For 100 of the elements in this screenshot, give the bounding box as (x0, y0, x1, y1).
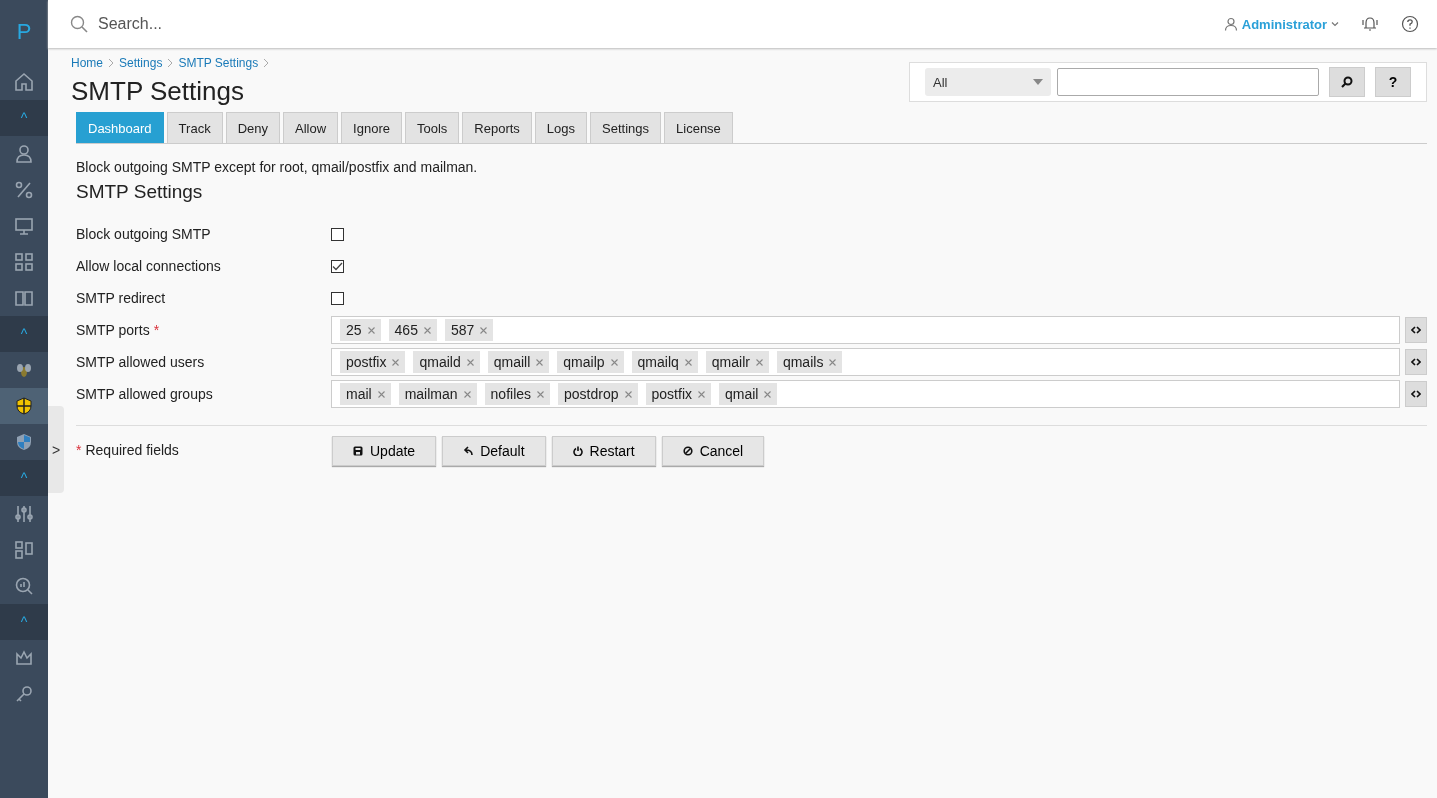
search-icon (1341, 76, 1353, 88)
checkbox[interactable] (331, 227, 344, 241)
tag-label: 25 (346, 322, 362, 338)
section-title: SMTP Settings (76, 181, 204, 203)
collapse-toggle[interactable]: ^ (0, 604, 48, 640)
ban-icon (682, 446, 693, 456)
user-icon (1223, 17, 1238, 31)
layout-icon (14, 540, 34, 560)
close-icon (377, 390, 385, 398)
logo: P (15, 18, 33, 46)
field-label: SMTP redirect (76, 290, 166, 306)
close-icon (764, 390, 772, 398)
tag-label: qmaill (493, 354, 531, 370)
tag-label: qmailp (563, 354, 605, 370)
code-toggle-button[interactable] (1405, 317, 1427, 343)
help-icon[interactable] (1401, 15, 1419, 33)
tab[interactable]: Deny (225, 112, 280, 143)
grid-icon (14, 252, 34, 272)
tab[interactable]: Allow (283, 112, 339, 143)
action-button[interactable]: Cancel (661, 436, 765, 466)
field-label: Block outgoing SMTP (76, 226, 211, 242)
filter-input[interactable] (1057, 68, 1319, 96)
code-icon (1411, 325, 1421, 335)
required-marker: * (153, 322, 160, 338)
tag-label: nofiles (490, 386, 532, 402)
shield-icon (14, 432, 34, 452)
code-toggle-button[interactable] (1405, 381, 1427, 407)
close-icon (480, 326, 488, 334)
search-button[interactable] (1329, 67, 1365, 97)
magnifier-chart-icon (14, 576, 34, 596)
chevron-right-icon (107, 58, 115, 68)
close-icon (684, 358, 692, 366)
tab[interactable]: Tools (404, 112, 460, 143)
tab[interactable]: Logs (534, 112, 588, 143)
tag-label: postfix (651, 386, 692, 402)
shield-icon (14, 396, 34, 416)
tag-label: 465 (394, 322, 418, 338)
tab[interactable]: License (664, 112, 733, 143)
checkbox[interactable] (331, 291, 344, 305)
close-icon (392, 358, 400, 366)
code-toggle-button[interactable] (1405, 349, 1427, 375)
breadcrumb-link[interactable]: SMTP Settings (178, 56, 259, 70)
close-icon (698, 390, 705, 398)
close-icon (466, 358, 474, 366)
tag-label: qmaild (419, 354, 461, 370)
tag-input[interactable]: 25 465 587 (331, 316, 1400, 344)
tag-label: qmailr (711, 354, 750, 370)
tab[interactable]: Reports (462, 112, 532, 143)
tab[interactable]: Track (166, 112, 223, 143)
home-icon (14, 72, 34, 92)
tag-label: 587 (450, 322, 475, 338)
required-note: Required fields (85, 442, 179, 458)
percent-icon (14, 180, 34, 200)
chevron-down-icon (1331, 21, 1339, 27)
tag-label: mail (346, 386, 372, 402)
code-icon (1411, 389, 1421, 399)
sliders-icon (14, 504, 34, 524)
field-label: SMTP ports (76, 322, 150, 338)
close-icon (463, 390, 471, 398)
close-icon (536, 358, 544, 366)
dropdown-arrow-icon (1033, 79, 1043, 85)
tag-input[interactable]: mail mailman nofiles postdrop postfix qmail (331, 380, 1400, 408)
description-text: Block outgoing SMTP except for root, qmail/postfix and mailman. (76, 159, 479, 175)
required-marker: * (76, 442, 82, 458)
close-icon (423, 326, 431, 334)
sidebar-item[interactable] (0, 388, 48, 424)
scope-select[interactable]: All (925, 68, 1051, 96)
field-label: SMTP allowed users (76, 354, 205, 370)
save-icon (353, 446, 363, 456)
field-label: SMTP allowed groups (76, 386, 213, 402)
close-icon (367, 326, 375, 334)
field-label: Allow local connections (76, 258, 221, 274)
power-icon (572, 446, 583, 456)
tag-label: qmail (725, 386, 759, 402)
close-icon (829, 358, 837, 366)
breadcrumb-link[interactable]: Settings (119, 56, 163, 70)
action-button[interactable]: Update (332, 436, 437, 466)
help-button[interactable]: ? (1375, 67, 1411, 97)
undo-icon (463, 446, 474, 456)
checkbox[interactable] (331, 259, 344, 273)
crown-icon (14, 648, 34, 668)
expand-handle[interactable]: > (48, 406, 64, 493)
collapse-toggle[interactable]: ^ (0, 316, 48, 352)
action-button[interactable]: Default (442, 436, 546, 466)
collapse-toggle[interactable]: ^ (0, 460, 48, 496)
search-icon (70, 15, 88, 33)
close-icon (537, 390, 545, 398)
chevron-right-icon (166, 58, 175, 68)
page-title: SMTP Settings (71, 76, 244, 107)
action-button[interactable]: Restart (551, 436, 656, 466)
close-icon (610, 358, 618, 366)
monitor-icon (14, 216, 34, 236)
tab[interactable]: Settings (590, 112, 662, 143)
tab[interactable]: Ignore (341, 112, 402, 143)
tag-input[interactable]: postfix qmaild qmaill qmailp qmailq qmailr qmails (331, 348, 1400, 376)
user-icon (14, 144, 34, 164)
bell-icon[interactable] (1361, 15, 1379, 33)
key-icon (14, 684, 34, 704)
breadcrumb-link[interactable]: Home (71, 56, 103, 70)
collapse-toggle[interactable]: ^ (0, 100, 48, 136)
